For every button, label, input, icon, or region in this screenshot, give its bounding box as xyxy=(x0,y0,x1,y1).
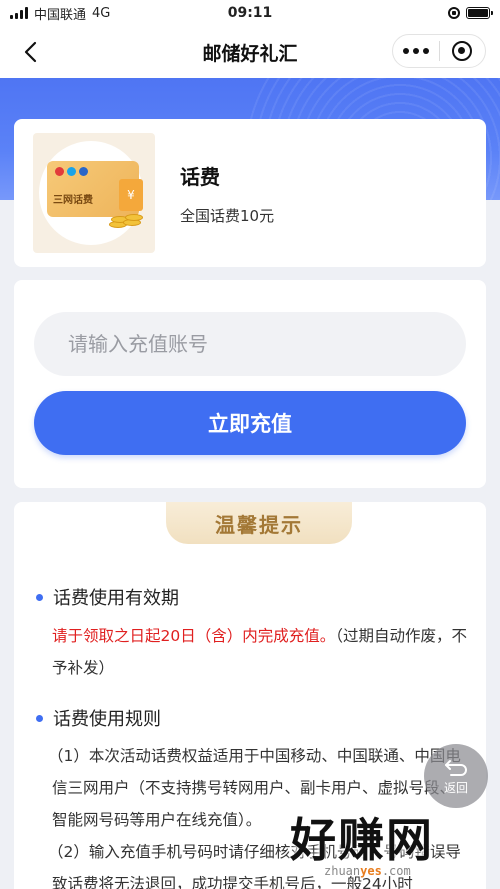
carrier-logos-icon xyxy=(55,167,88,176)
bullet-icon xyxy=(36,593,43,601)
network-label: 4G xyxy=(92,5,111,21)
orientation-lock-icon xyxy=(448,7,460,19)
return-arrow-icon xyxy=(445,759,467,776)
recharge-button[interactable]: 立即充值 xyxy=(34,391,466,455)
status-left: 中国联通 4G xyxy=(10,4,110,23)
yen-icon: ¥ xyxy=(119,179,143,211)
watermark-site-highlight: yes xyxy=(360,864,382,878)
page-title: 邮储好礼汇 xyxy=(202,42,298,65)
watermark-site-suffix: .com xyxy=(381,864,411,878)
thumb-label: 三网话费 xyxy=(53,195,93,206)
more-button[interactable] xyxy=(393,35,439,67)
status-bar: 中国联通 4G 09:11 xyxy=(0,0,500,26)
tip-heading-text: 话费使用有效期 xyxy=(53,588,179,609)
recharge-card: 立即充值 xyxy=(14,280,486,488)
more-dots-icon xyxy=(402,48,429,54)
chevron-left-icon xyxy=(24,41,37,63)
carrier-label: 中国联通 xyxy=(34,7,87,23)
product-description: 全国话费10元 xyxy=(180,207,275,225)
tip-validity-highlight: 请于领取之日起20日（含）内完成充值。 xyxy=(52,627,336,645)
signal-icon xyxy=(10,7,28,19)
floating-return-label: 返回 xyxy=(443,780,468,795)
account-input[interactable] xyxy=(34,312,466,376)
nav-bar: 邮储好礼汇 xyxy=(0,26,500,78)
watermark-main: 好赚网 xyxy=(290,813,434,867)
thumb-card: 三网话费 ¥ xyxy=(47,161,143,228)
bullet-icon xyxy=(36,714,43,722)
status-right xyxy=(448,7,493,19)
back-button[interactable] xyxy=(16,38,44,66)
product-image: 三网话费 ¥ xyxy=(33,133,155,253)
battery-icon xyxy=(466,7,493,19)
product-name: 话费 xyxy=(180,165,220,189)
close-mini-program-button[interactable] xyxy=(440,35,486,67)
tip-heading-rules: 话费使用规则 xyxy=(36,705,161,731)
tips-badge: 温馨提示 xyxy=(166,502,352,544)
tip-heading-validity: 话费使用有效期 xyxy=(36,584,179,610)
mini-program-capsule xyxy=(392,34,486,68)
watermark-site-prefix: zhuan xyxy=(324,864,361,878)
watermark-site: zhuanyes.com xyxy=(324,864,411,878)
floating-return-button[interactable]: 返回 xyxy=(424,744,488,808)
status-time: 09:11 xyxy=(227,5,273,21)
product-card: 三网话费 ¥ 话费 全国话费10元 xyxy=(14,119,486,267)
tip-heading-text: 话费使用规则 xyxy=(53,709,161,730)
target-icon xyxy=(452,41,473,61)
tip-validity-text: 请于领取之日起20日（含）内完成充值。（过期自动作废，不予补发） xyxy=(52,620,470,684)
site-watermark: 好赚网 zhuanyes.com xyxy=(290,804,500,889)
